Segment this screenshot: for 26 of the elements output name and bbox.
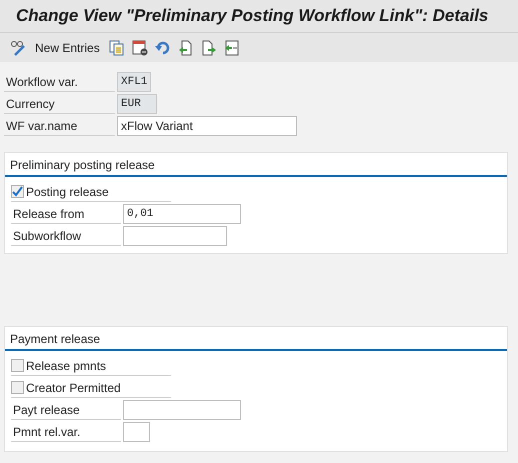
input-field[interactable]: xFlow Variant xyxy=(117,116,297,136)
field-label: Release from xyxy=(11,204,121,224)
readonly-field: XFL1 xyxy=(117,72,151,92)
checkbox-label: Creator Permitted xyxy=(26,380,121,396)
readonly-field: EUR xyxy=(117,94,157,114)
field-label: Workflow var. xyxy=(4,72,115,92)
checkbox-label: Posting release xyxy=(26,184,109,200)
input-field[interactable] xyxy=(123,422,150,442)
checkbox-label: Release pmnts xyxy=(26,358,106,374)
field-label: Currency xyxy=(4,94,115,114)
checkmark-icon xyxy=(12,186,23,197)
new-entries-button[interactable]: New Entries xyxy=(31,38,104,56)
input-field[interactable] xyxy=(123,400,241,420)
input-field[interactable]: 0,01 xyxy=(123,204,241,224)
delete-icon[interactable] xyxy=(130,38,150,58)
checkbox[interactable] xyxy=(11,381,24,394)
window-title: Change View "Preliminary Posting Workflow Link": Details xyxy=(16,5,488,28)
checkbox[interactable] xyxy=(11,359,24,372)
group-title: Preliminary posting release xyxy=(10,158,155,172)
checkbox[interactable] xyxy=(11,185,24,198)
field-label: WF var.name xyxy=(4,116,115,136)
field-label: Subworkflow xyxy=(11,226,121,246)
field-label: Payt release xyxy=(11,400,121,420)
field-label: Pmnt rel.var. xyxy=(11,422,121,442)
input-field[interactable] xyxy=(123,226,227,246)
group-title: Payment release xyxy=(10,332,100,346)
